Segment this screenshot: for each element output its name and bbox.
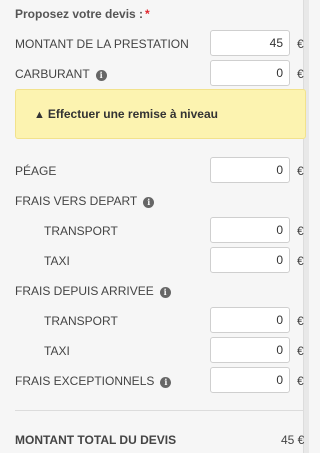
arrivee-taxi-input[interactable]	[210, 337, 290, 363]
field-row-depart-taxi: TAXI €	[0, 247, 304, 273]
arrivee-transport-input[interactable]	[210, 307, 290, 333]
currency-symbol: €	[297, 314, 304, 328]
field-row-montant: MONTANT DE LA PRESTATION €	[0, 30, 304, 56]
total-value: 45 €	[281, 433, 305, 447]
peage-input[interactable]	[210, 157, 290, 183]
arrivee-taxi-label: TAXI	[44, 344, 70, 358]
depart-transport-input[interactable]	[210, 217, 290, 243]
exceptionnels-label: FRAIS EXCEPTIONNELS i	[15, 374, 172, 388]
alert-message: Effectuer une remise à niveau	[47, 107, 218, 121]
arrivee-transport-label: TRANSPORT	[44, 314, 118, 328]
depart-taxi-input[interactable]	[210, 247, 290, 273]
currency-symbol: €	[297, 164, 304, 178]
info-icon[interactable]: i	[159, 287, 171, 298]
frais-depuis-arrivee-text: FRAIS DEPUIS ARRIVEE	[15, 284, 154, 298]
info-icon[interactable]: i	[95, 70, 107, 81]
field-row-carburant: CARBURANT i €	[0, 60, 304, 86]
montant-label: MONTANT DE LA PRESTATION	[15, 37, 189, 51]
required-mark: *	[145, 7, 150, 21]
field-row-arrivee-transport: TRANSPORT €	[0, 307, 304, 333]
exceptionnels-input[interactable]	[210, 367, 290, 393]
total-label: MONTANT TOTAL DU DEVIS	[15, 433, 177, 447]
section-frais-vers-depart: FRAIS VERS DEPART i	[0, 187, 303, 213]
montant-input[interactable]	[210, 30, 290, 56]
alert-text: ▲ Effectuer une remise à niveau	[34, 107, 218, 121]
frais-depuis-arrivee-label: FRAIS DEPUIS ARRIVEE i	[15, 284, 171, 298]
currency-symbol: €	[297, 344, 304, 358]
field-row-peage: PÉAGE €	[0, 157, 304, 183]
frais-vers-depart-text: FRAIS VERS DEPART	[15, 194, 138, 208]
currency-symbol: €	[297, 224, 304, 238]
frais-vers-depart-label: FRAIS VERS DEPART i	[15, 194, 155, 208]
divider	[15, 410, 303, 411]
field-row-exceptionnels: FRAIS EXCEPTIONNELS i €	[0, 367, 304, 393]
info-icon[interactable]: i	[143, 197, 155, 208]
form-title: Proposez votre devis : *	[15, 7, 150, 21]
form-title-text: Proposez votre devis :	[15, 7, 144, 21]
currency-symbol: €	[297, 67, 304, 81]
currency-symbol: €	[297, 374, 304, 388]
carburant-label-text: CARBURANT	[15, 67, 90, 81]
warning-triangle-icon: ▲	[34, 109, 45, 121]
depart-taxi-label: TAXI	[44, 254, 70, 268]
depart-transport-label: TRANSPORT	[44, 224, 118, 238]
peage-label: PÉAGE	[15, 164, 57, 178]
field-row-depart-transport: TRANSPORT €	[0, 217, 304, 243]
carburant-input[interactable]	[210, 60, 290, 86]
exceptionnels-label-text: FRAIS EXCEPTIONNELS	[15, 374, 155, 388]
carburant-label: CARBURANT i	[15, 67, 107, 81]
currency-symbol: €	[297, 37, 304, 51]
warning-alert: ▲ Effectuer une remise à niveau	[15, 89, 306, 139]
currency-symbol: €	[297, 254, 304, 268]
info-icon[interactable]: i	[160, 377, 172, 388]
field-row-arrivee-taxi: TAXI €	[0, 337, 304, 363]
section-frais-depuis-arrivee: FRAIS DEPUIS ARRIVEE i	[0, 277, 303, 303]
